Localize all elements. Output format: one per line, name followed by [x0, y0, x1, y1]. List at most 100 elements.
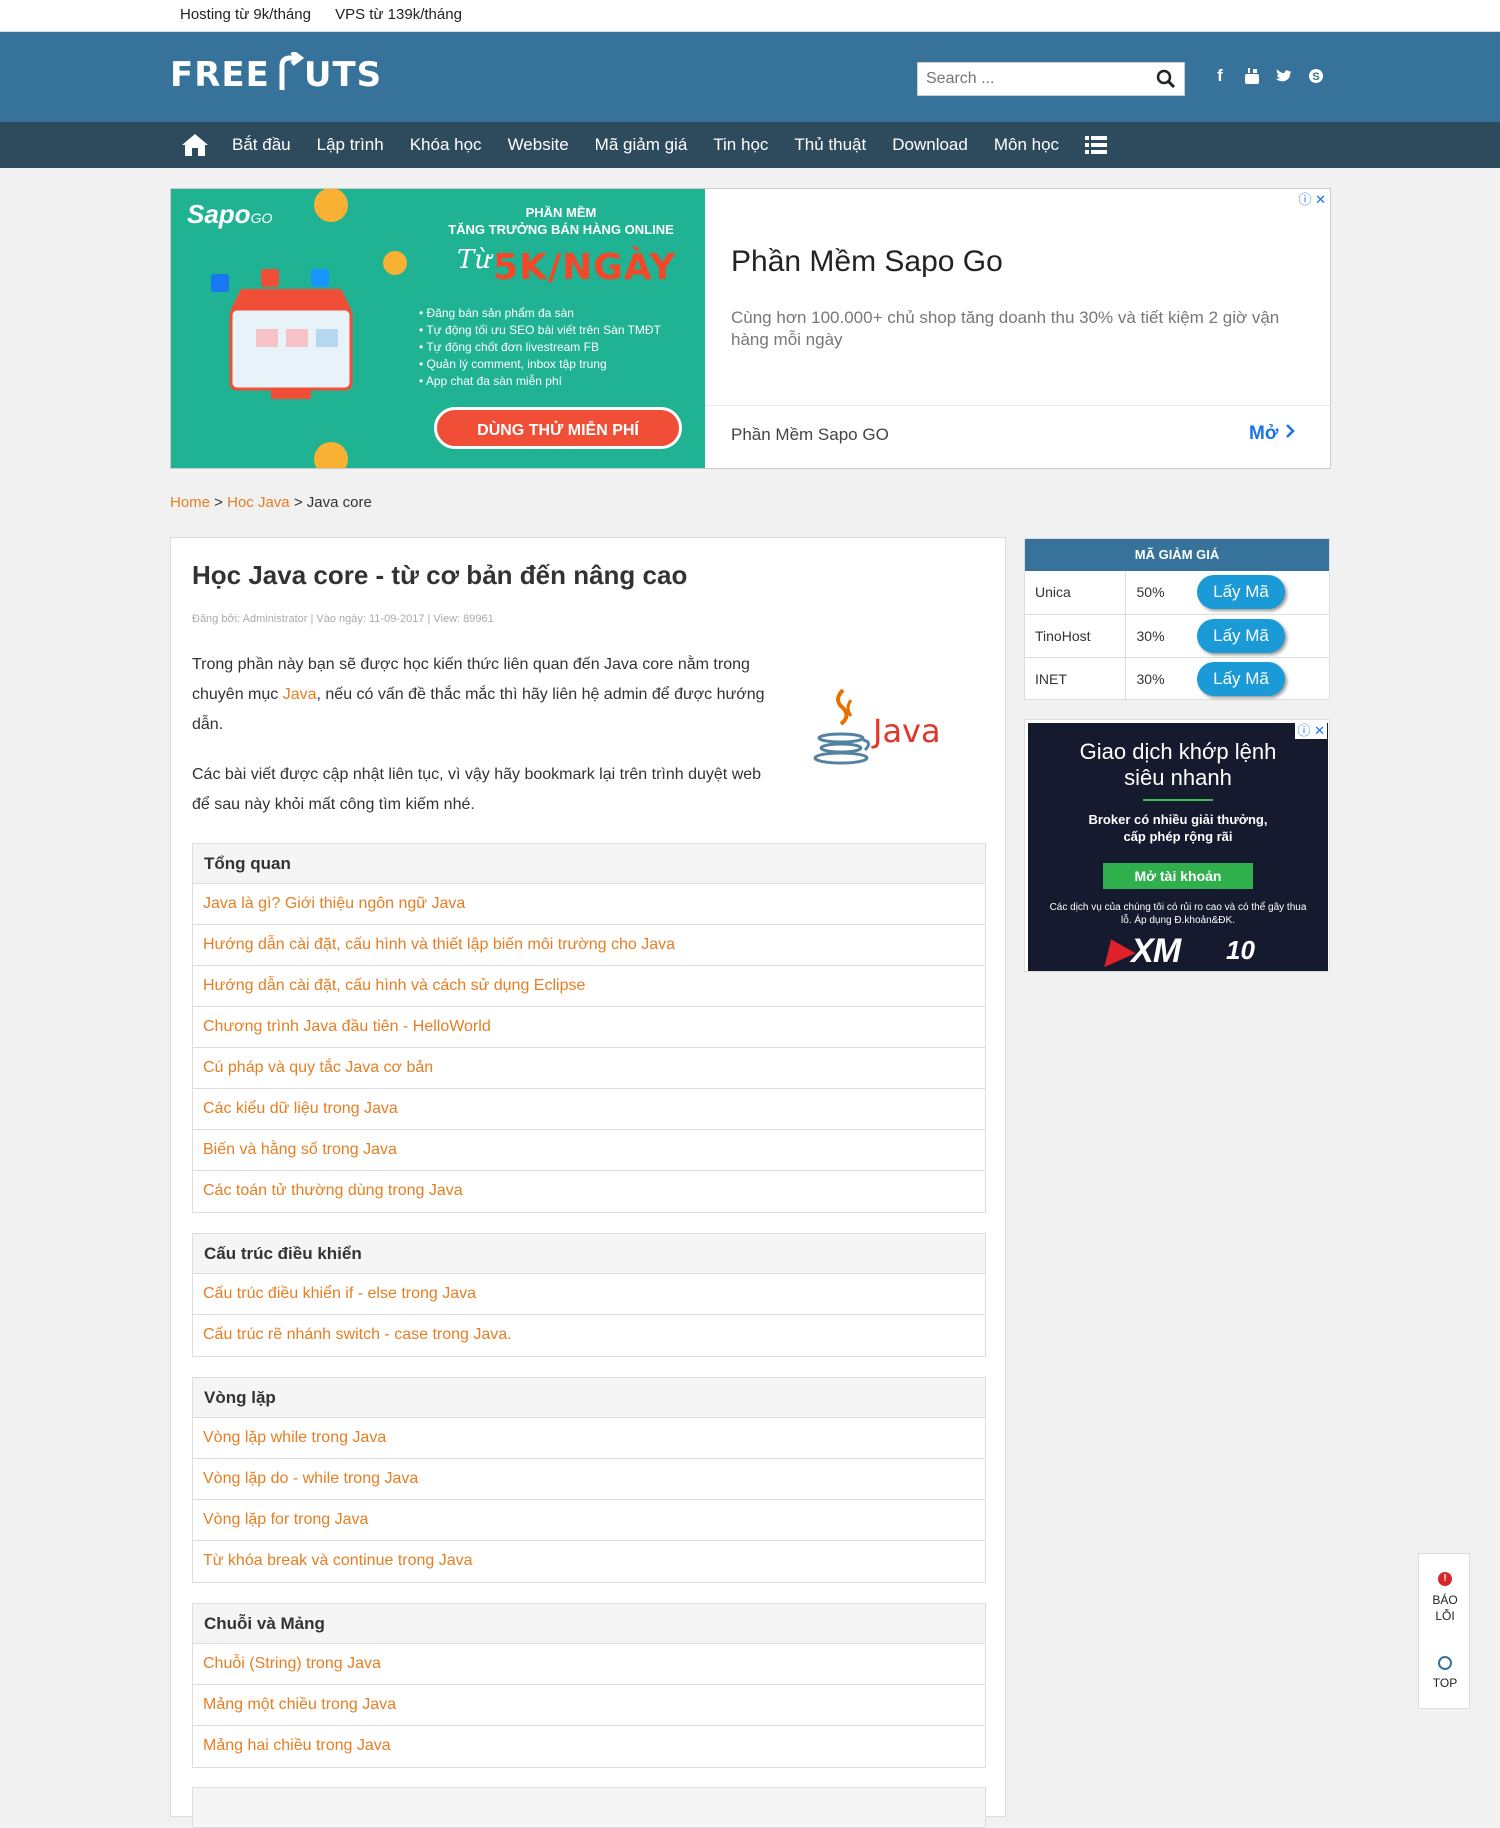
sidebar-ad-underline [1143, 799, 1213, 801]
twitter-icon[interactable] [1276, 66, 1292, 86]
lesson-link[interactable]: Mảng một chiều trong Java [193, 1685, 985, 1726]
lesson-link[interactable]: Chuỗi (String) trong Java [193, 1644, 985, 1685]
lesson-link[interactable]: Vòng lặp for trong Java [193, 1500, 985, 1541]
nav-item-lap-trinh[interactable]: Lập trình [317, 135, 384, 155]
social-links: f S [1212, 66, 1324, 86]
sidebar-ad-disclaimer: Các dịch vụ của chúng tôi có rủi ro cao … [1049, 902, 1307, 926]
lesson-link[interactable]: Vòng lặp while trong Java [193, 1418, 985, 1459]
ad-open-button[interactable]: Mở [1249, 423, 1296, 445]
ad-headline: 5K/NGÀY [493, 247, 677, 288]
ad-description: Cùng hơn 100.000+ chủ shop tăng doanh th… [731, 308, 1280, 349]
section-heading: Cấu trúc điều khiển [193, 1234, 985, 1274]
nav-item-mon-hoc[interactable]: Môn học [994, 135, 1059, 155]
nav-item-tin-hoc[interactable]: Tin học [713, 135, 768, 155]
sidebar-ad[interactable]: Giao dịch khớp lệnh siêu nhanh Broker có… [1024, 719, 1330, 972]
ad-choices-icon[interactable]: ⓘ ✕ [1298, 189, 1326, 208]
lesson-link[interactable]: Vòng lặp do - while trong Java [193, 1459, 985, 1500]
hosting-link[interactable]: Hosting từ 9k/tháng [180, 6, 311, 23]
article-intro: Trong phần này bạn sẽ được học kiến thức… [192, 656, 765, 733]
site-logo[interactable]: FREE UTS [170, 50, 383, 102]
ad-kicker: PHẦN MỀM TĂNG TRƯỞNG BÁN HÀNG ONLINE [448, 205, 674, 237]
article-container: Học Java core - từ cơ bản đến nâng cao Đ… [170, 537, 1006, 1828]
lesson-section-chuoi-va-mang: Chuỗi và Mảng Chuỗi (String) trong Java … [192, 1603, 986, 1768]
lesson-link[interactable]: Hướng dẫn cài đặt, cấu hình và thiết lập… [193, 925, 985, 966]
menu-list-icon[interactable] [1085, 135, 1108, 155]
java-category-link[interactable]: Java [283, 686, 317, 703]
ad-footer-text: Phần Mềm Sapo GO [731, 425, 889, 444]
coupon-name: INET [1025, 657, 1126, 700]
lesson-link[interactable]: Cấu trúc điều khiển if - else trong Java [193, 1274, 985, 1315]
coin-icon [314, 442, 348, 468]
coupon-percent: 30% [1136, 670, 1165, 687]
lesson-link[interactable]: Từ khóa break và continue trong Java [193, 1541, 985, 1582]
youtube-icon[interactable] [1244, 66, 1260, 86]
sidebar-ad-subtext: Broker có nhiều giải thưởng, cấp phép rộ… [1088, 812, 1268, 844]
sidebar-ad-creative[interactable]: Giao dịch khớp lệnh siêu nhanh Broker có… [1028, 723, 1328, 971]
logo-text-tuts: UTS [303, 55, 383, 95]
lesson-link[interactable]: Các toán tử thường dùng trong Java [193, 1171, 985, 1212]
facebook-icon[interactable]: f [1212, 66, 1228, 86]
floating-widget: ! BÁO LỖI TOP [1418, 1553, 1470, 1709]
main-nav: Bắt đầu Lập trình Khóa học Website Mã gi… [0, 122, 1500, 168]
breadcrumb-section[interactable]: Hoc Java [227, 494, 290, 511]
vps-link[interactable]: VPS từ 139k/tháng [335, 6, 462, 23]
sidebar-ad-headline: Giao dịch khớp lệnh siêu nhanh [1079, 739, 1277, 790]
top-ad-banner[interactable]: SapoGO PHẦN MỀM TĂNG TRƯỞNG BÁN HÀNG ONLI… [170, 188, 1331, 469]
skype-icon[interactable]: S [1308, 66, 1324, 86]
lesson-link[interactable]: Các kiểu dữ liệu trong Java [193, 1089, 985, 1130]
svg-text:S: S [1312, 71, 1319, 83]
ad-title[interactable]: Phần Mềm Sapo Go [731, 245, 1003, 279]
ad-choices-icon[interactable]: ⓘ ✕ [1295, 720, 1327, 739]
ad-image-panel[interactable]: SapoGO PHẦN MỀM TĂNG TRƯỞNG BÁN HÀNG ONLI… [171, 189, 705, 468]
lesson-link[interactable]: Mảng hai chiều trong Java [193, 1726, 985, 1767]
lesson-section-cau-truc-dieu-khien: Cấu trúc điều khiển Cấu trúc điều khiển … [192, 1233, 986, 1357]
coupon-row: TinoHost 30% Lấy Mã [1025, 614, 1329, 658]
home-icon[interactable] [180, 132, 210, 158]
article-intro-2: Các bài viết được cập nhật liên tục, vì … [192, 766, 762, 813]
breadcrumb-home[interactable]: Home [170, 494, 210, 511]
nav-item-bat-dau[interactable]: Bắt đầu [232, 135, 291, 155]
report-error-button[interactable]: ! BÁO LỖI [1419, 1572, 1471, 1624]
lesson-link[interactable]: Biến và hằng số trong Java [193, 1130, 985, 1171]
get-code-button[interactable]: Lấy Mã [1197, 575, 1285, 610]
top-strip: Hosting từ 9k/tháng VPS từ 139k/tháng [0, 0, 1500, 32]
nav-item-website[interactable]: Website [508, 135, 569, 155]
nav-item-khoa-hoc[interactable]: Khóa học [410, 135, 482, 155]
coin-icon [314, 189, 348, 222]
search-icon[interactable] [1156, 69, 1176, 89]
lesson-section-tong-quan: Tổng quan Java là gì? Giới thiệu ngôn ng… [192, 843, 986, 1213]
ad-tu: Từ [457, 245, 492, 275]
anniversary-badge: 10 [1226, 935, 1255, 965]
nav-item-download[interactable]: Download [892, 135, 968, 155]
page-title: Học Java core - từ cơ bản đến nâng cao [192, 560, 688, 590]
coupon-name: Unica [1025, 571, 1126, 615]
open-account-button[interactable]: Mở tài khoản [1103, 863, 1253, 889]
logo-arrow-icon [279, 50, 305, 90]
java-logo-text: Java [873, 712, 941, 750]
section-heading: Tổng quan [193, 844, 985, 884]
nav-item-ma-giam-gia[interactable]: Mã giảm giá [595, 135, 688, 155]
nav-item-thu-thuat[interactable]: Thủ thuật [794, 135, 866, 155]
lesson-link[interactable]: Hướng dẫn cài đặt, cấu hình và cách sử d… [193, 966, 985, 1007]
coupon-widget: MÃ GIẢM GIÁ Unica 50% Lấy Mã TinoHost 30… [1024, 538, 1330, 700]
breadcrumb-separator: > [289, 494, 307, 511]
breadcrumb-current: Java core [306, 494, 372, 511]
section-heading: Vòng lặp [193, 1378, 985, 1418]
search-input[interactable] [918, 63, 1138, 95]
coupon-row: Unica 50% Lấy Mã [1025, 571, 1329, 615]
shop-illustration [211, 269, 353, 399]
article-meta: Đăng bởi: Administrator | Vào ngày: 11-0… [192, 613, 494, 625]
lesson-section-vong-lap: Vòng lặp Vòng lặp while trong Java Vòng … [192, 1377, 986, 1583]
lesson-link[interactable]: Cú pháp và quy tắc Java cơ bản [193, 1048, 985, 1089]
back-to-top-button[interactable]: TOP [1419, 1656, 1471, 1690]
get-code-button[interactable]: Lấy Mã [1197, 618, 1285, 653]
ad-cta-button[interactable]: DÙNG THỬ MIỄN PHÍ [434, 407, 682, 449]
xm-logo: ▶XM [1106, 932, 1181, 970]
lesson-link[interactable]: Cấu trúc rẽ nhánh switch - case trong Ja… [193, 1315, 985, 1356]
ad-divider [705, 405, 1330, 406]
lesson-link[interactable]: Chương trình Java đầu tiên - HelloWorld [193, 1007, 985, 1048]
lesson-link[interactable]: Java là gì? Giới thiệu ngôn ngữ Java [193, 884, 985, 925]
chevron-right-icon [1285, 424, 1295, 438]
breadcrumb: Home > Hoc Java > Java core [170, 494, 372, 511]
get-code-button[interactable]: Lấy Mã [1197, 661, 1285, 696]
